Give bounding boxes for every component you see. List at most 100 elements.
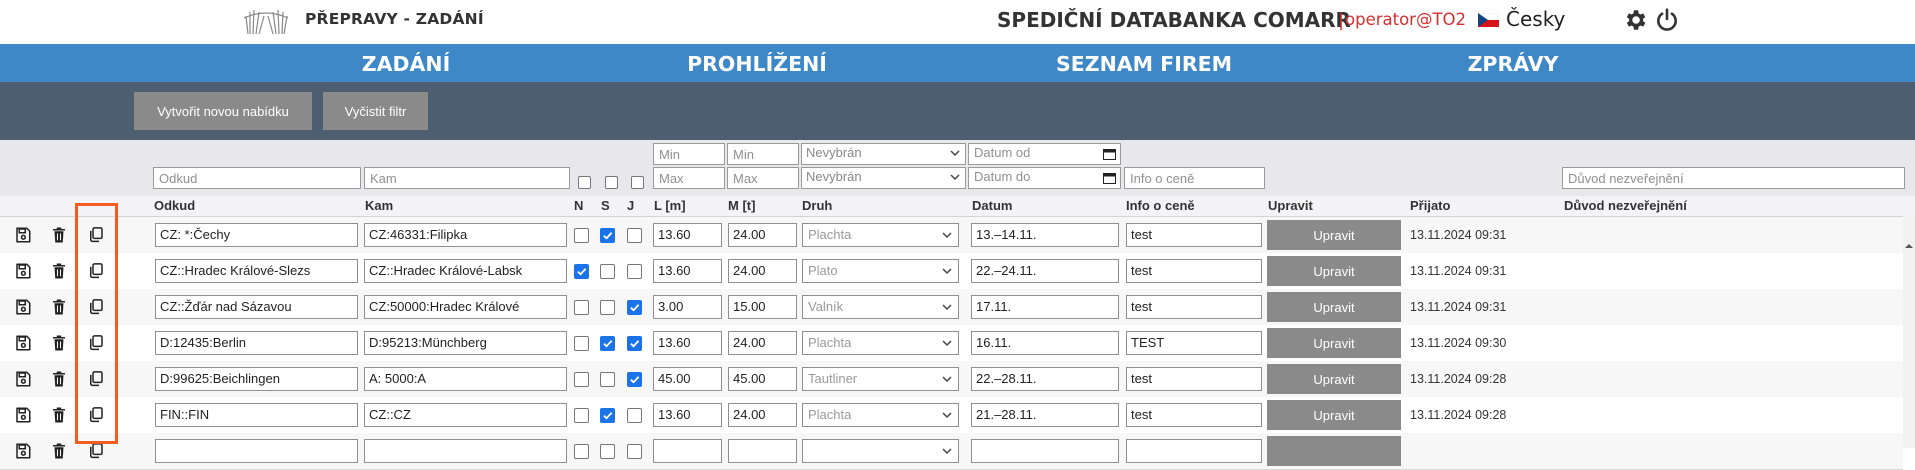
info-field[interactable]: test xyxy=(1126,295,1262,319)
col-m[interactable]: M [t] xyxy=(728,198,755,213)
l-field[interactable]: 13.60 xyxy=(653,223,722,247)
s-checkbox[interactable] xyxy=(600,228,615,243)
m-field[interactable]: 24.00 xyxy=(728,223,797,247)
scroll-up-arrow-icon[interactable] xyxy=(1903,240,1915,252)
czech-flag-icon[interactable] xyxy=(1478,13,1499,27)
s-checkbox[interactable] xyxy=(600,408,615,423)
save-icon[interactable] xyxy=(14,406,32,424)
col-n[interactable]: N xyxy=(574,198,583,213)
n-checkbox[interactable] xyxy=(574,228,589,243)
copy-icon[interactable] xyxy=(87,442,105,460)
druh-select[interactable]: Plachta xyxy=(802,331,959,355)
col-info[interactable]: Info o ceně xyxy=(1126,198,1195,213)
filter-s-checkbox[interactable] xyxy=(605,176,618,189)
j-checkbox[interactable] xyxy=(627,228,642,243)
clear-filter-button[interactable]: Vyčistit filtr xyxy=(323,92,428,130)
kam-field[interactable] xyxy=(364,439,567,463)
l-field[interactable]: 3.00 xyxy=(653,295,722,319)
l-field[interactable]: 13.60 xyxy=(653,403,722,427)
col-s[interactable]: S xyxy=(601,198,610,213)
j-checkbox[interactable] xyxy=(627,444,642,459)
druh-select[interactable]: Plachta xyxy=(802,403,959,427)
save-icon[interactable] xyxy=(14,226,32,244)
upravit-button[interactable]: Upravit xyxy=(1267,328,1401,358)
n-checkbox[interactable] xyxy=(574,264,589,279)
datum-field[interactable]: 22.–24.11. xyxy=(971,259,1119,283)
j-checkbox[interactable] xyxy=(627,300,642,315)
m-field[interactable]: 24.00 xyxy=(728,331,797,355)
filter-l-max[interactable] xyxy=(653,167,725,189)
filter-druh-select-2[interactable]: Nevybrán xyxy=(801,167,966,189)
info-field[interactable] xyxy=(1126,439,1262,463)
odkud-field[interactable]: D:99625:Beichlingen xyxy=(155,367,358,391)
save-icon[interactable] xyxy=(14,370,32,388)
info-field[interactable]: test xyxy=(1126,403,1262,427)
l-field[interactable]: 45.00 xyxy=(653,367,722,391)
power-icon[interactable] xyxy=(1654,7,1680,33)
filter-druh-select-1[interactable]: Nevybrán xyxy=(801,143,966,165)
save-icon[interactable] xyxy=(14,262,32,280)
col-kam[interactable]: Kam xyxy=(365,198,393,213)
m-field[interactable] xyxy=(728,439,797,463)
nav-seznam-firem[interactable]: SEZNAM FIREM xyxy=(1056,52,1232,76)
filter-duvod-input[interactable] xyxy=(1562,167,1905,189)
upravit-button[interactable] xyxy=(1267,436,1401,466)
kam-field[interactable]: D:95213:Münchberg xyxy=(364,331,567,355)
info-field[interactable]: test xyxy=(1126,367,1262,391)
odkud-field[interactable] xyxy=(155,439,358,463)
kam-field[interactable]: CZ:50000:Hradec Králové xyxy=(364,295,567,319)
info-field[interactable]: TEST xyxy=(1126,331,1262,355)
druh-select[interactable]: Tautliner xyxy=(802,367,959,391)
calendar-icon[interactable] xyxy=(1103,172,1116,184)
j-checkbox[interactable] xyxy=(627,336,642,351)
filter-datum-od[interactable]: Datum od xyxy=(968,143,1121,165)
kam-field[interactable]: CZ::CZ xyxy=(364,403,567,427)
kam-field[interactable]: A: 5000:A xyxy=(364,367,567,391)
druh-select[interactable]: Plachta xyxy=(802,223,959,247)
filter-m-max[interactable] xyxy=(727,167,799,189)
trash-icon[interactable] xyxy=(50,334,68,352)
upravit-button[interactable]: Upravit xyxy=(1267,364,1401,394)
col-odkud[interactable]: Odkud xyxy=(154,198,195,213)
s-checkbox[interactable] xyxy=(600,264,615,279)
m-field[interactable]: 24.00 xyxy=(728,259,797,283)
col-datum[interactable]: Datum xyxy=(972,198,1012,213)
datum-field[interactable] xyxy=(971,439,1119,463)
kam-field[interactable]: CZ:46331:Filipka xyxy=(364,223,567,247)
filter-n-checkbox[interactable] xyxy=(578,176,591,189)
j-checkbox[interactable] xyxy=(627,264,642,279)
gear-icon[interactable] xyxy=(1622,7,1648,33)
l-field[interactable] xyxy=(653,439,722,463)
upravit-button[interactable]: Upravit xyxy=(1267,292,1401,322)
n-checkbox[interactable] xyxy=(574,444,589,459)
calendar-icon[interactable] xyxy=(1103,148,1116,160)
trash-icon[interactable] xyxy=(50,262,68,280)
m-field[interactable]: 45.00 xyxy=(728,367,797,391)
trash-icon[interactable] xyxy=(50,226,68,244)
filter-kam-input[interactable] xyxy=(364,167,570,189)
datum-field[interactable]: 17.11. xyxy=(971,295,1119,319)
l-field[interactable]: 13.60 xyxy=(653,331,722,355)
filter-m-min[interactable] xyxy=(727,143,799,165)
filter-j-checkbox[interactable] xyxy=(631,176,644,189)
s-checkbox[interactable] xyxy=(600,336,615,351)
vertical-scrollbar[interactable] xyxy=(1903,216,1915,448)
odkud-field[interactable]: CZ::Hradec Králové-Slezs xyxy=(155,259,358,283)
filter-odkud-input[interactable] xyxy=(153,167,361,189)
save-icon[interactable] xyxy=(14,334,32,352)
upravit-button[interactable]: Upravit xyxy=(1267,220,1401,250)
user-label[interactable]: operator@TO2 xyxy=(1345,10,1466,29)
n-checkbox[interactable] xyxy=(574,372,589,387)
trash-icon[interactable] xyxy=(50,442,68,460)
j-checkbox[interactable] xyxy=(627,408,642,423)
s-checkbox[interactable] xyxy=(600,372,615,387)
n-checkbox[interactable] xyxy=(574,300,589,315)
odkud-field[interactable]: CZ::Žďár nad Sázavou xyxy=(155,295,358,319)
info-field[interactable]: test xyxy=(1126,259,1262,283)
datum-field[interactable]: 13.–14.11. xyxy=(971,223,1119,247)
filter-l-min[interactable] xyxy=(653,143,725,165)
druh-select[interactable]: Plato xyxy=(802,259,959,283)
odkud-field[interactable]: CZ: *:Čechy xyxy=(155,223,358,247)
info-field[interactable]: test xyxy=(1126,223,1262,247)
trash-icon[interactable] xyxy=(50,298,68,316)
